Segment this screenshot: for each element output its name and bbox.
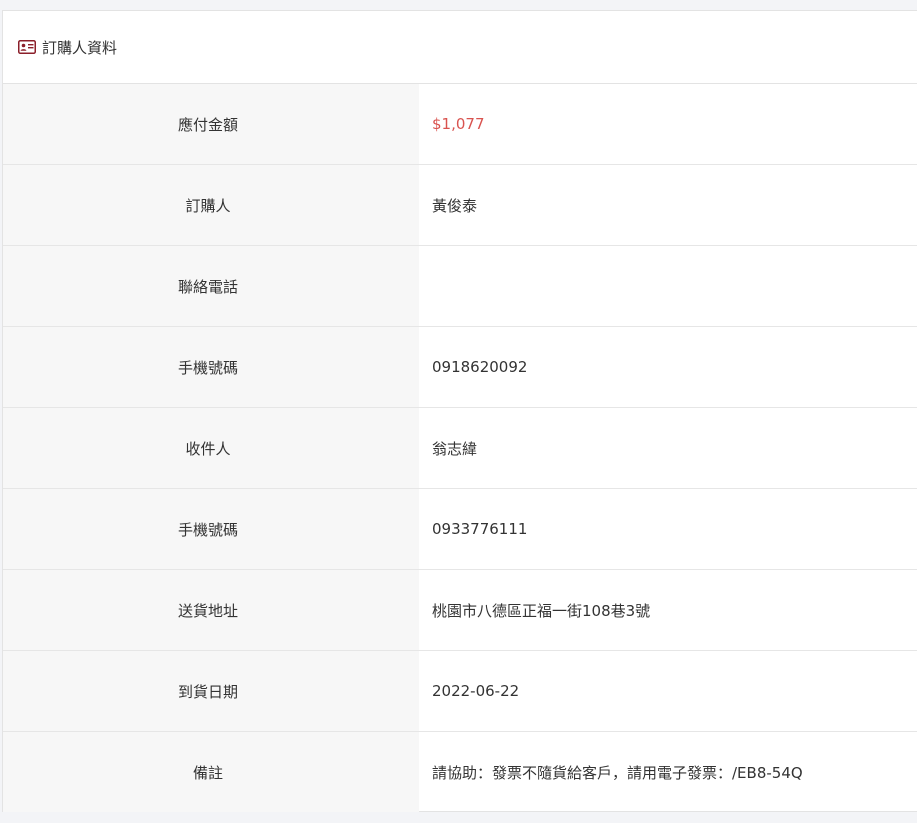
row-label: 訂購人: [3, 165, 419, 245]
id-card-icon: [18, 39, 38, 55]
table-row-recipient: 收件人 翁志緯: [3, 408, 917, 489]
info-table: 應付金額 $1,077 訂購人 黃俊泰 聯絡電話 手機號碼 0918620092…: [3, 84, 917, 812]
row-label: 送貨地址: [3, 570, 419, 650]
table-row-orderer: 訂購人 黃俊泰: [3, 165, 917, 246]
table-row-delivery-address: 送貨地址 桃園市八德區正福一街108巷3號: [3, 570, 917, 651]
table-row-orderer-mobile: 手機號碼 0918620092: [3, 327, 917, 408]
panel-title: 訂購人資料: [42, 38, 118, 57]
table-row-amount-due: 應付金額 $1,077: [3, 84, 917, 165]
panel-header: 訂購人資料: [3, 11, 917, 84]
contact-phone-value: [419, 246, 917, 326]
delivery-address-value: 桃園市八德區正福一街108巷3號: [432, 601, 651, 620]
row-label: 手機號碼: [3, 327, 419, 407]
delivery-date-value: 2022-06-22: [432, 682, 520, 700]
row-label: 備註: [3, 732, 419, 812]
notes-value: 請協助：發票不隨貨給客戶，請用電子發票：/EB8-54Q: [432, 763, 803, 782]
row-label: 手機號碼: [3, 489, 419, 569]
orderer-value: 黃俊泰: [432, 196, 478, 215]
row-label: 到貨日期: [3, 651, 419, 731]
row-label: 應付金額: [3, 84, 419, 164]
table-row-delivery-date: 到貨日期 2022-06-22: [3, 651, 917, 732]
orderer-info-panel: 訂購人資料 應付金額 $1,077 訂購人 黃俊泰 聯絡電話 手機號碼 0918…: [2, 10, 917, 812]
table-row-notes: 備註 請協助：發票不隨貨給客戶，請用電子發票：/EB8-54Q: [3, 732, 917, 812]
orderer-mobile-value: 0918620092: [432, 358, 528, 376]
table-row-contact-phone: 聯絡電話: [3, 246, 917, 327]
table-row-recipient-mobile: 手機號碼 0933776111: [3, 489, 917, 570]
amount-due-value: $1,077: [432, 115, 485, 133]
row-label: 聯絡電話: [3, 246, 419, 326]
recipient-mobile-value: 0933776111: [432, 520, 528, 538]
recipient-value: 翁志緯: [432, 439, 478, 458]
row-label: 收件人: [3, 408, 419, 488]
